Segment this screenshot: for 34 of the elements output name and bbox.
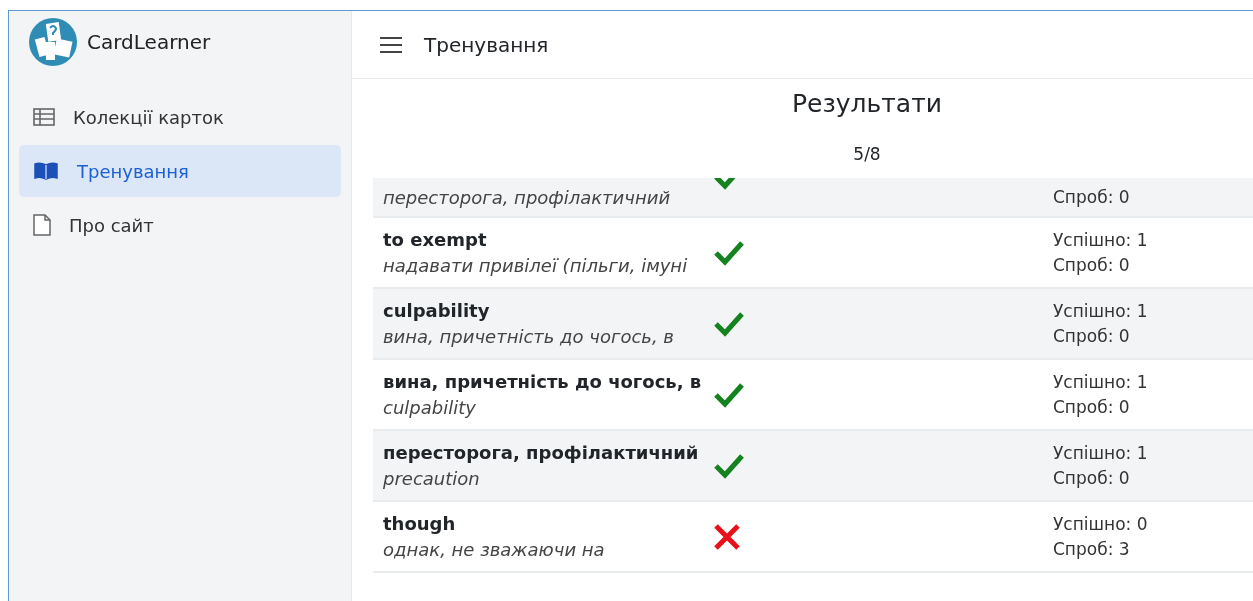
results-heading: Результати: [791, 89, 943, 118]
stat-text: Спроб: 0: [1053, 187, 1130, 207]
stat-text: Успішно: 0: [1053, 514, 1148, 534]
stat-text: Спроб: 0: [1053, 397, 1131, 417]
stat-text: Спроб: 3: [1053, 539, 1131, 559]
meaning-text: надавати привілеї (пільги, імуні: [383, 255, 689, 276]
sidebar-item[interactable]: Тренування: [19, 145, 341, 197]
meaning-text: вина, причетність до чогось, в: [383, 326, 675, 347]
stat-text: Успішно: 1: [1053, 443, 1148, 463]
stat-text: Спроб: 0: [1053, 326, 1131, 346]
term-text: to exempt: [383, 229, 488, 250]
file-icon: [33, 214, 51, 236]
stat-text: Успішно: 1: [1053, 301, 1148, 321]
meaning-text: precaution: [383, 468, 481, 489]
term-text: пересторога, профілактичний: [383, 442, 700, 463]
term-text: though: [383, 513, 457, 534]
stat-text: Успішно: 1: [1053, 230, 1148, 250]
score-text: 5/8: [852, 144, 882, 164]
stat-text: Спроб: 0: [1053, 468, 1131, 488]
sidebar-item[interactable]: Про сайт: [19, 199, 341, 251]
meaning-text: culpability: [383, 397, 477, 418]
meaning-text: однак, не зважаючи на: [383, 539, 606, 560]
term-text: вина, причетність до чогось, в: [383, 371, 703, 392]
stat-text: Спроб: 0: [1053, 255, 1131, 275]
page-title: Тренування: [424, 32, 549, 57]
menu-icon[interactable]: [380, 36, 402, 53]
app-name: CardLearner: [87, 30, 211, 54]
stat-text: Успішно: 1: [1053, 372, 1148, 392]
sidebar-item[interactable]: Колекції карток: [19, 91, 341, 143]
book-icon: [33, 161, 59, 181]
meaning-text: пересторога, профілактичний: [383, 186, 672, 208]
logo-icon: [29, 18, 77, 66]
term-text: culpability: [383, 300, 491, 321]
table-icon: [33, 108, 55, 126]
